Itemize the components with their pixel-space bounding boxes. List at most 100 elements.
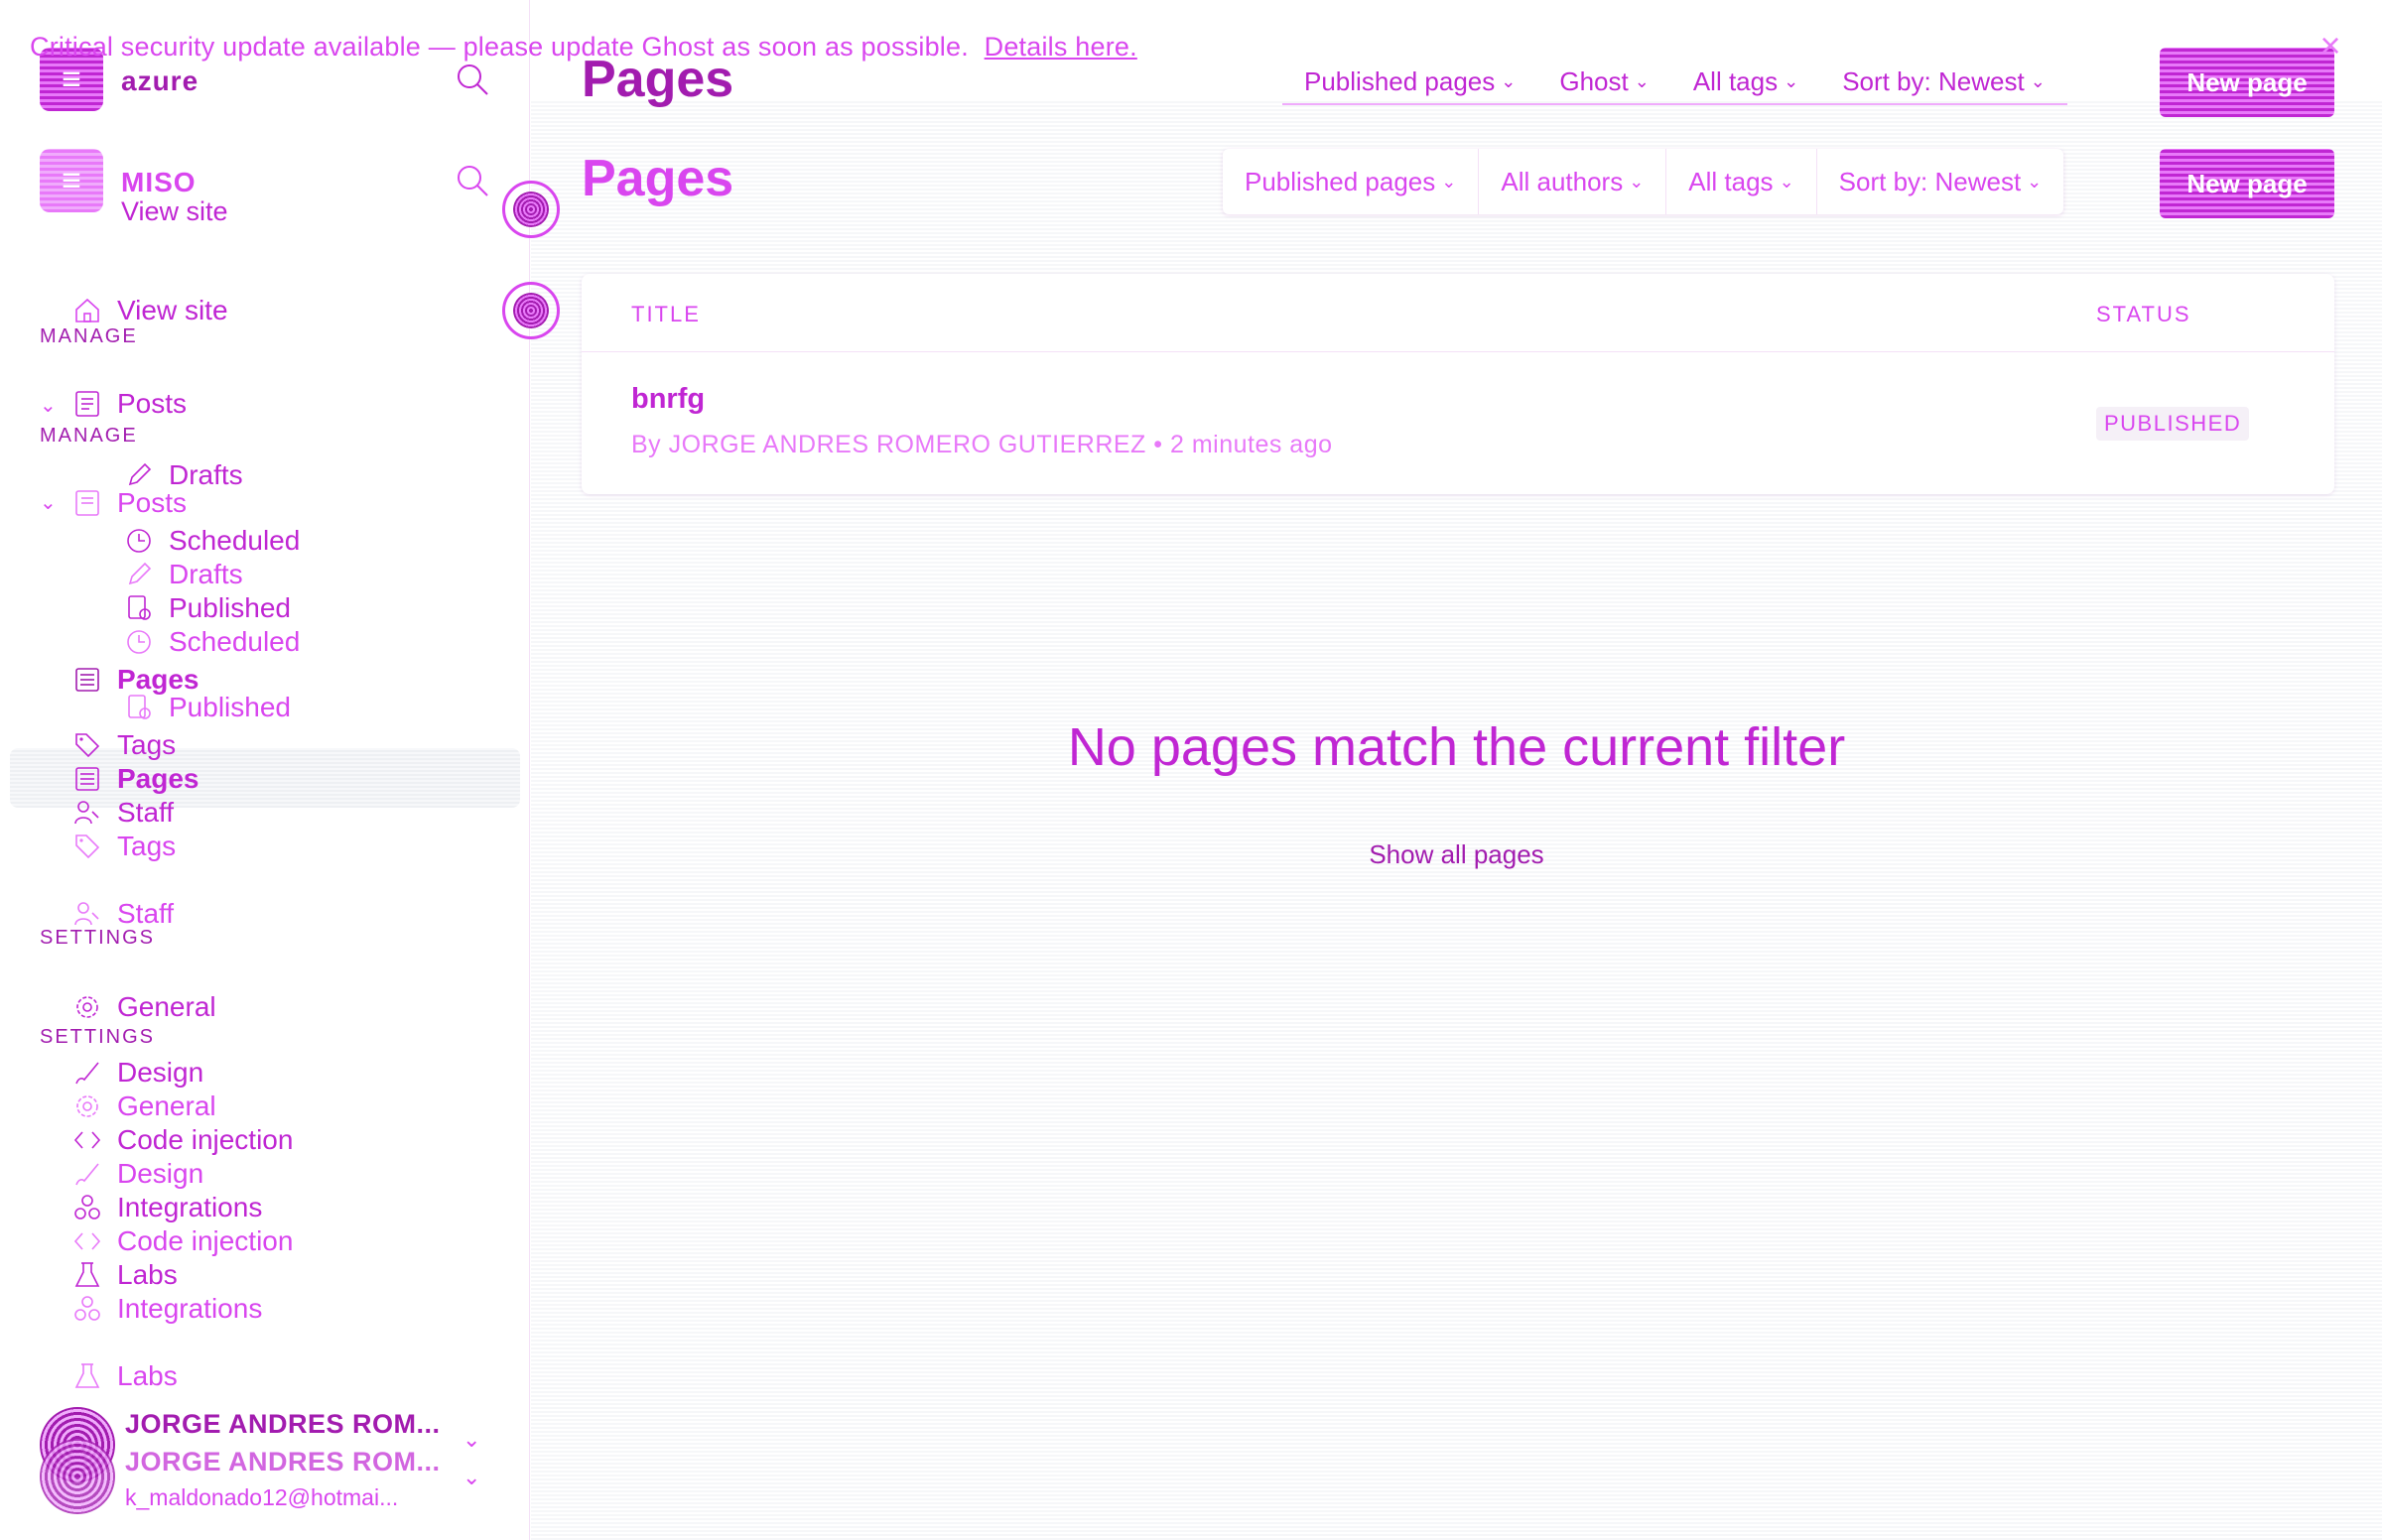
- banner-text: Critical security update available — ple…: [30, 32, 969, 62]
- sidebar-item-general[interactable]: General: [71, 990, 216, 1024]
- sidebar-item-posts[interactable]: Posts: [71, 486, 187, 520]
- record-icon[interactable]: [502, 282, 560, 339]
- sidebar-item-staff[interactable]: Staff: [71, 796, 174, 830]
- sidebar-item-posts[interactable]: Posts: [71, 387, 187, 421]
- avatar[interactable]: [40, 1439, 115, 1514]
- sidebar-item-published[interactable]: Published: [123, 691, 291, 724]
- page-title: Pages: [582, 150, 734, 207]
- code-icon: [71, 1225, 103, 1257]
- chevron-down-icon: ⌄: [1441, 171, 1457, 192]
- filter-type-select[interactable]: Published pages ⌄: [1223, 149, 1480, 214]
- sidebar-item-label: Code injection: [117, 1124, 294, 1155]
- posts-icon: [71, 388, 103, 420]
- sidebar-item-label: Staff: [117, 797, 175, 828]
- sort-select[interactable]: Sort by: Newest ⌄: [1817, 149, 2064, 214]
- user-name[interactable]: JORGE ANDRES ROM...: [125, 1409, 441, 1440]
- pages-icon: [71, 664, 103, 696]
- sidebar-item-general[interactable]: General: [71, 1090, 216, 1123]
- manage-section-label: MANAGE: [40, 425, 138, 447]
- sidebar-item-labs[interactable]: Labs: [71, 1359, 178, 1393]
- sidebar-item-label: Integrations: [117, 1192, 263, 1222]
- sidebar-item-label: Scheduled: [169, 525, 301, 556]
- user-name[interactable]: JORGE ANDRES ROM...: [125, 1447, 441, 1477]
- sidebar-item-label: Published: [169, 692, 291, 722]
- code-icon: [71, 1124, 103, 1156]
- sidebar-item-view-site[interactable]: View site: [71, 294, 228, 327]
- filter-label: All tags: [1688, 166, 1774, 196]
- gear-icon: [71, 991, 103, 1023]
- chevron-down-icon: ⌄: [1779, 171, 1794, 192]
- sidebar: ≡ azure ≡ MISO View site View site MANAG…: [0, 0, 530, 1540]
- close-icon[interactable]: ×: [2315, 28, 2346, 64]
- clock-icon: [123, 525, 155, 557]
- filter-author-select[interactable]: All authors ⌄: [1479, 149, 1667, 214]
- sidebar-item-label: Scheduled: [169, 626, 301, 657]
- site-name-secondary[interactable]: MISO: [121, 167, 197, 198]
- sidebar-item-code-injection[interactable]: Code injection: [71, 1224, 293, 1258]
- security-banner: Critical security update available — ple…: [0, 0, 2382, 97]
- page-title-link[interactable]: bnrfg: [631, 383, 705, 416]
- filter-label: All authors: [1501, 166, 1624, 196]
- chevron-down-icon[interactable]: ⌄: [463, 1427, 480, 1453]
- sidebar-item-scheduled[interactable]: Scheduled: [123, 524, 300, 558]
- new-page-button[interactable]: New page: [2160, 149, 2334, 218]
- show-all-pages-wrap: Show all pages: [531, 839, 2382, 870]
- staff-icon: [71, 898, 103, 930]
- sidebar-item-label: Pages: [117, 763, 199, 794]
- sidebar-item-label: Tags: [117, 831, 177, 861]
- tag-icon: [71, 729, 103, 761]
- chevron-down-icon: ⌄: [2027, 171, 2043, 192]
- brush-icon: [71, 1057, 103, 1089]
- sidebar-item-label: Design: [117, 1158, 204, 1189]
- sidebar-item-design[interactable]: Design: [71, 1157, 203, 1191]
- show-all-pages-link[interactable]: Show all pages: [1369, 839, 1543, 869]
- status-badge: PUBLISHED: [2096, 407, 2250, 441]
- site-logo-secondary[interactable]: ≡: [40, 149, 103, 212]
- sidebar-item-design[interactable]: Design: [71, 1056, 203, 1090]
- sidebar-item-label: Published: [169, 592, 291, 623]
- sidebar-item-pages-active[interactable]: Pages: [71, 762, 199, 796]
- sidebar-item-label: Posts: [117, 487, 188, 518]
- sidebar-item-integrations[interactable]: Integrations: [71, 1191, 262, 1224]
- sidebar-item-staff[interactable]: Staff: [71, 897, 174, 931]
- page-meta: By JORGE ANDRES ROMERO GUTIERREZ • 2 min…: [631, 431, 1333, 458]
- home-icon: [71, 295, 103, 326]
- chevron-down-icon[interactable]: ⌄: [40, 490, 57, 515]
- user-email: k_maldonado12@hotmai...: [125, 1484, 399, 1510]
- record-icon[interactable]: [502, 181, 560, 238]
- pages-icon: [71, 763, 103, 795]
- banner-message: Critical security update available — ple…: [30, 32, 1137, 63]
- divider: [582, 351, 2334, 352]
- sidebar-item-label: Posts: [117, 388, 188, 419]
- banner-details-link[interactable]: Details here.: [985, 32, 1137, 62]
- sidebar-item-label: Tags: [117, 729, 177, 760]
- sidebar-item-tags[interactable]: Tags: [71, 728, 176, 762]
- empty-state-message: No pages match the current filter: [1067, 717, 1846, 777]
- sidebar-item-label: Staff: [117, 898, 175, 929]
- pencil-icon: [123, 559, 155, 590]
- chevron-down-icon[interactable]: ⌄: [463, 1465, 480, 1490]
- sidebar-item-label: Code injection: [117, 1225, 294, 1256]
- chevron-down-icon[interactable]: ⌄: [40, 393, 57, 418]
- sidebar-item-scheduled[interactable]: Scheduled: [123, 625, 300, 659]
- view-site-link[interactable]: View site: [121, 196, 228, 227]
- sidebar-item-drafts[interactable]: Drafts: [123, 558, 243, 591]
- filter-label: Published pages: [1245, 166, 1436, 196]
- column-header-status: STATUS: [2096, 302, 2191, 326]
- flask-icon: [71, 1259, 103, 1291]
- sidebar-item-code-injection[interactable]: Code injection: [71, 1123, 293, 1157]
- sidebar-item-integrations[interactable]: Integrations: [71, 1292, 262, 1326]
- column-header-title: TITLE: [631, 302, 701, 326]
- sidebar-item-labs[interactable]: Labs: [71, 1258, 178, 1292]
- settings-section-label: SETTINGS: [40, 927, 156, 949]
- posts-icon: [71, 487, 103, 519]
- sidebar-item-tags[interactable]: Tags: [71, 830, 176, 863]
- clock-icon: [123, 626, 155, 658]
- flask-icon: [71, 1360, 103, 1392]
- published-icon: [123, 592, 155, 624]
- filter-tag-select[interactable]: All tags ⌄: [1666, 149, 1817, 214]
- sidebar-item-published[interactable]: Published: [123, 591, 291, 625]
- sidebar-item-label: Labs: [117, 1360, 178, 1391]
- search-icon[interactable]: [455, 163, 490, 198]
- chevron-down-icon: ⌄: [1629, 171, 1645, 192]
